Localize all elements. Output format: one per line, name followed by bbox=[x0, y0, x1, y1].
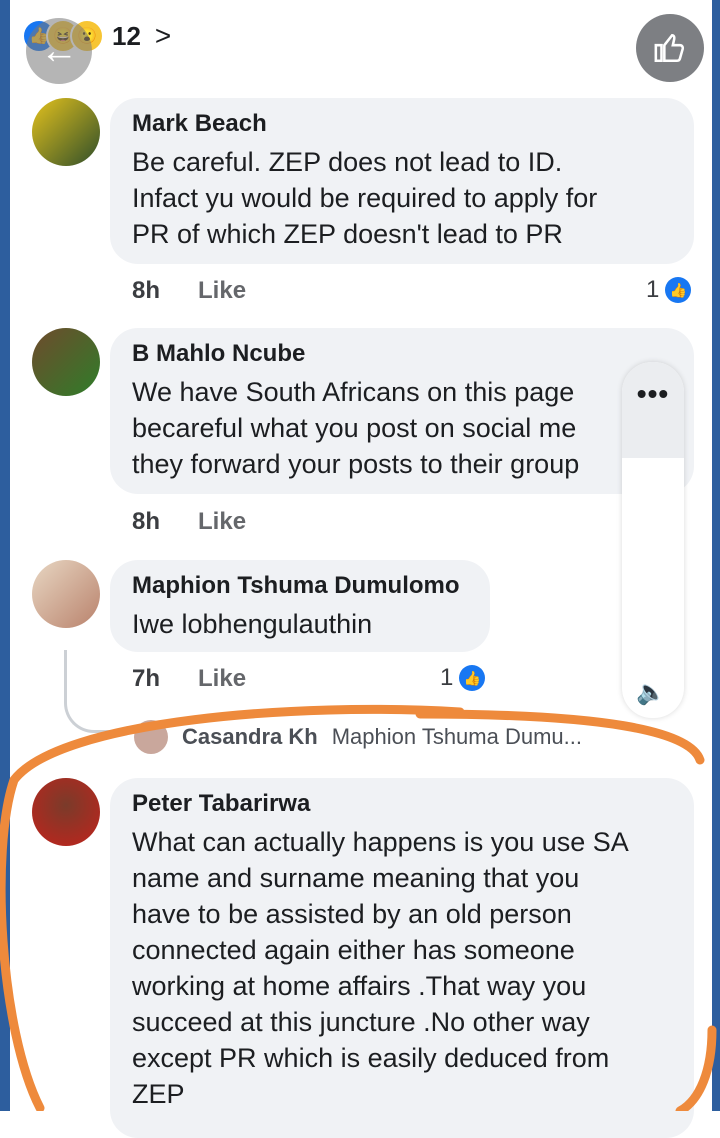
comment-actions: 8h Like bbox=[132, 277, 246, 305]
like-post-button[interactable] bbox=[636, 14, 704, 82]
comment-text: We have South Africans on this page beca… bbox=[132, 377, 580, 479]
reply-avatar bbox=[134, 720, 168, 754]
comment-author[interactable]: Maphion Tshuma Dumulomo bbox=[132, 572, 468, 600]
comment-author[interactable]: B Mahlo Ncube bbox=[132, 340, 672, 368]
comment-like-count[interactable]: 1 👍 bbox=[646, 276, 692, 304]
avatar-peter-tabarirwa[interactable] bbox=[32, 778, 100, 846]
speaker-icon[interactable]: 🔈 bbox=[636, 678, 666, 707]
comment-actions: 7h Like bbox=[132, 665, 246, 693]
comment-actions: 8h Like bbox=[132, 508, 246, 536]
like-count-value: 1 bbox=[646, 276, 660, 303]
comment-time: 8h bbox=[132, 277, 161, 304]
more-options-button[interactable]: ••• bbox=[622, 362, 684, 458]
avatar-mark-beach[interactable] bbox=[32, 98, 100, 166]
comment-time: 8h bbox=[132, 508, 161, 535]
like-badge-icon: 👍 bbox=[459, 665, 486, 691]
comment-text: What can actually happens is you use SA … bbox=[132, 827, 629, 1109]
comment-author[interactable]: Peter Tabarirwa bbox=[132, 790, 672, 818]
comment-author[interactable]: Mark Beach bbox=[132, 110, 672, 138]
reply-text: Maphion Tshuma Dumu... bbox=[331, 724, 582, 749]
comment-bubble: B Mahlo Ncube We have South Africans on … bbox=[110, 328, 694, 494]
thumbs-up-icon bbox=[654, 33, 685, 63]
screen-frame-left bbox=[0, 0, 10, 1111]
avatar-maphion-tshuma[interactable] bbox=[32, 560, 100, 628]
reaction-count: 12 bbox=[112, 20, 141, 51]
comment-bubble: Maphion Tshuma Dumulomo Iwe lobhengulaut… bbox=[110, 560, 490, 652]
comment-bubble: Peter Tabarirwa What can actually happen… bbox=[110, 778, 694, 1138]
reply-author: Casandra Kh bbox=[182, 724, 318, 749]
avatar-b-mahlo-ncube[interactable] bbox=[32, 328, 100, 396]
screen-frame-right bbox=[712, 0, 720, 1111]
like-badge-icon: 👍 bbox=[665, 277, 692, 303]
chevron-right-icon: > bbox=[154, 20, 172, 51]
back-button[interactable]: ← bbox=[26, 18, 92, 84]
reply-preview[interactable]: Casandra Kh Maphion Tshuma Dumu... bbox=[134, 720, 582, 754]
comment-text: Be careful. ZEP does not lead to ID. Inf… bbox=[132, 147, 598, 249]
like-button[interactable]: Like bbox=[198, 277, 246, 305]
comment-bubble: Mark Beach Be careful. ZEP does not lead… bbox=[110, 98, 694, 264]
like-button[interactable]: Like bbox=[198, 508, 246, 536]
comment-text: Iwe lobhengulauthin bbox=[132, 609, 373, 639]
media-overlay-panel: ••• 🔈 bbox=[622, 362, 684, 718]
like-count-value: 1 bbox=[440, 664, 454, 691]
like-button[interactable]: Like bbox=[198, 665, 246, 693]
arrow-left-icon: ← bbox=[40, 29, 78, 72]
comment-like-count[interactable]: 1 👍 bbox=[440, 664, 486, 692]
